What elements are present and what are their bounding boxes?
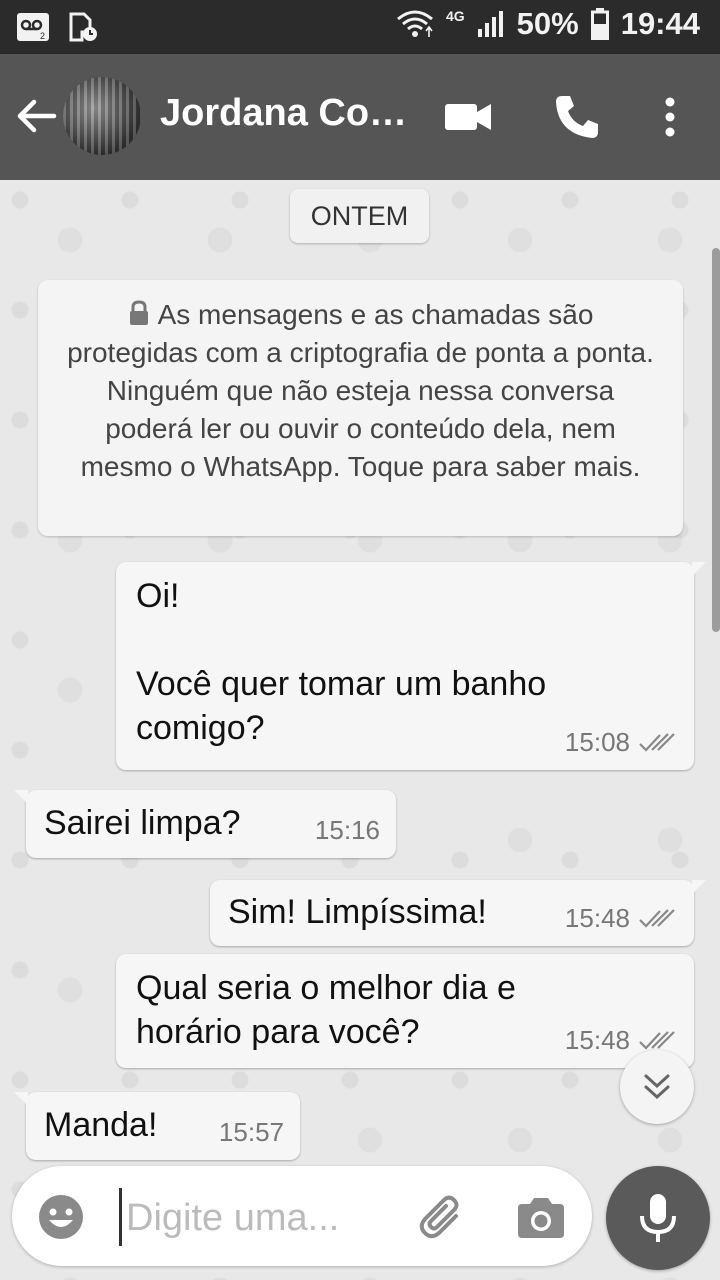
svg-text:2: 2 [40, 31, 45, 41]
scroll-to-bottom-button[interactable] [620, 1050, 694, 1124]
message-time: 15:08 [564, 727, 630, 757]
network-type: 4G [445, 8, 465, 24]
message-bubble-incoming[interactable]: Manda! 15:57 [14, 1092, 300, 1160]
battery-icon [590, 8, 609, 40]
bubble-tail [14, 1092, 28, 1106]
attach-icon[interactable] [416, 1192, 470, 1246]
clock: 19:44 [620, 6, 700, 41]
signal-icon [477, 11, 503, 37]
camera-icon[interactable] [514, 1192, 568, 1246]
chat-header: Jordana Co… [0, 54, 720, 180]
mic-button[interactable] [606, 1166, 710, 1270]
message-meta: 15:48 [565, 903, 678, 934]
bubble-tail [692, 562, 706, 576]
encryption-notice-text: As mensagens e as chamadas são protegida… [67, 299, 654, 482]
read-receipt-icon [639, 908, 675, 928]
bubble-tail [14, 790, 28, 804]
date-label: ONTEM [290, 189, 429, 243]
sim-timer-icon [69, 12, 97, 42]
read-receipt-icon [639, 732, 675, 752]
message-bubble-incoming[interactable]: Sairei limpa? 15:16 [14, 790, 396, 858]
mic-icon [640, 1194, 676, 1242]
emoji-icon[interactable] [36, 1192, 86, 1242]
message-time: 15:16 [314, 815, 380, 845]
encryption-notice[interactable]: As mensagens e as chamadas são protegida… [38, 280, 683, 536]
bubble-tail [692, 880, 706, 894]
wifi-icon [397, 10, 433, 37]
message-time: 15:48 [564, 1025, 630, 1055]
lock-icon [129, 300, 148, 325]
message-text: Oi! Você quer tomar um banho comigo? [136, 577, 547, 747]
message-bubble-outgoing[interactable]: Sim! Limpíssima! 15:48 [210, 880, 706, 946]
status-bar: 2 4G 50% 19:44 [0, 0, 720, 54]
message-composer [12, 1166, 592, 1266]
read-receipt-icon [639, 1030, 675, 1050]
message-meta: 15:16 [315, 815, 380, 846]
text-cursor [119, 1188, 122, 1246]
chat-scrollbar[interactable] [712, 248, 720, 632]
voicemail-icon: 2 [17, 13, 49, 41]
message-time: 15:48 [564, 903, 630, 933]
battery-percent: 50% [516, 6, 579, 41]
double-chevron-down-icon [644, 1074, 670, 1100]
video-call-icon[interactable] [443, 92, 493, 142]
message-meta: 15:08 [565, 727, 678, 758]
message-bubble-outgoing[interactable]: Oi! Você quer tomar um banho comigo? 15:… [116, 562, 706, 770]
message-input[interactable] [124, 1192, 378, 1244]
message-meta: 15:57 [219, 1117, 284, 1148]
back-arrow-icon[interactable] [14, 94, 58, 138]
more-vert-icon[interactable] [645, 92, 695, 142]
message-time: 15:57 [218, 1117, 284, 1147]
phone-icon[interactable] [552, 92, 602, 142]
contact-name[interactable]: Jordana Co… [160, 92, 410, 135]
contact-avatar[interactable] [63, 77, 141, 155]
message-bubble-outgoing[interactable]: Qual seria o melhor dia e horário para v… [116, 954, 694, 1068]
